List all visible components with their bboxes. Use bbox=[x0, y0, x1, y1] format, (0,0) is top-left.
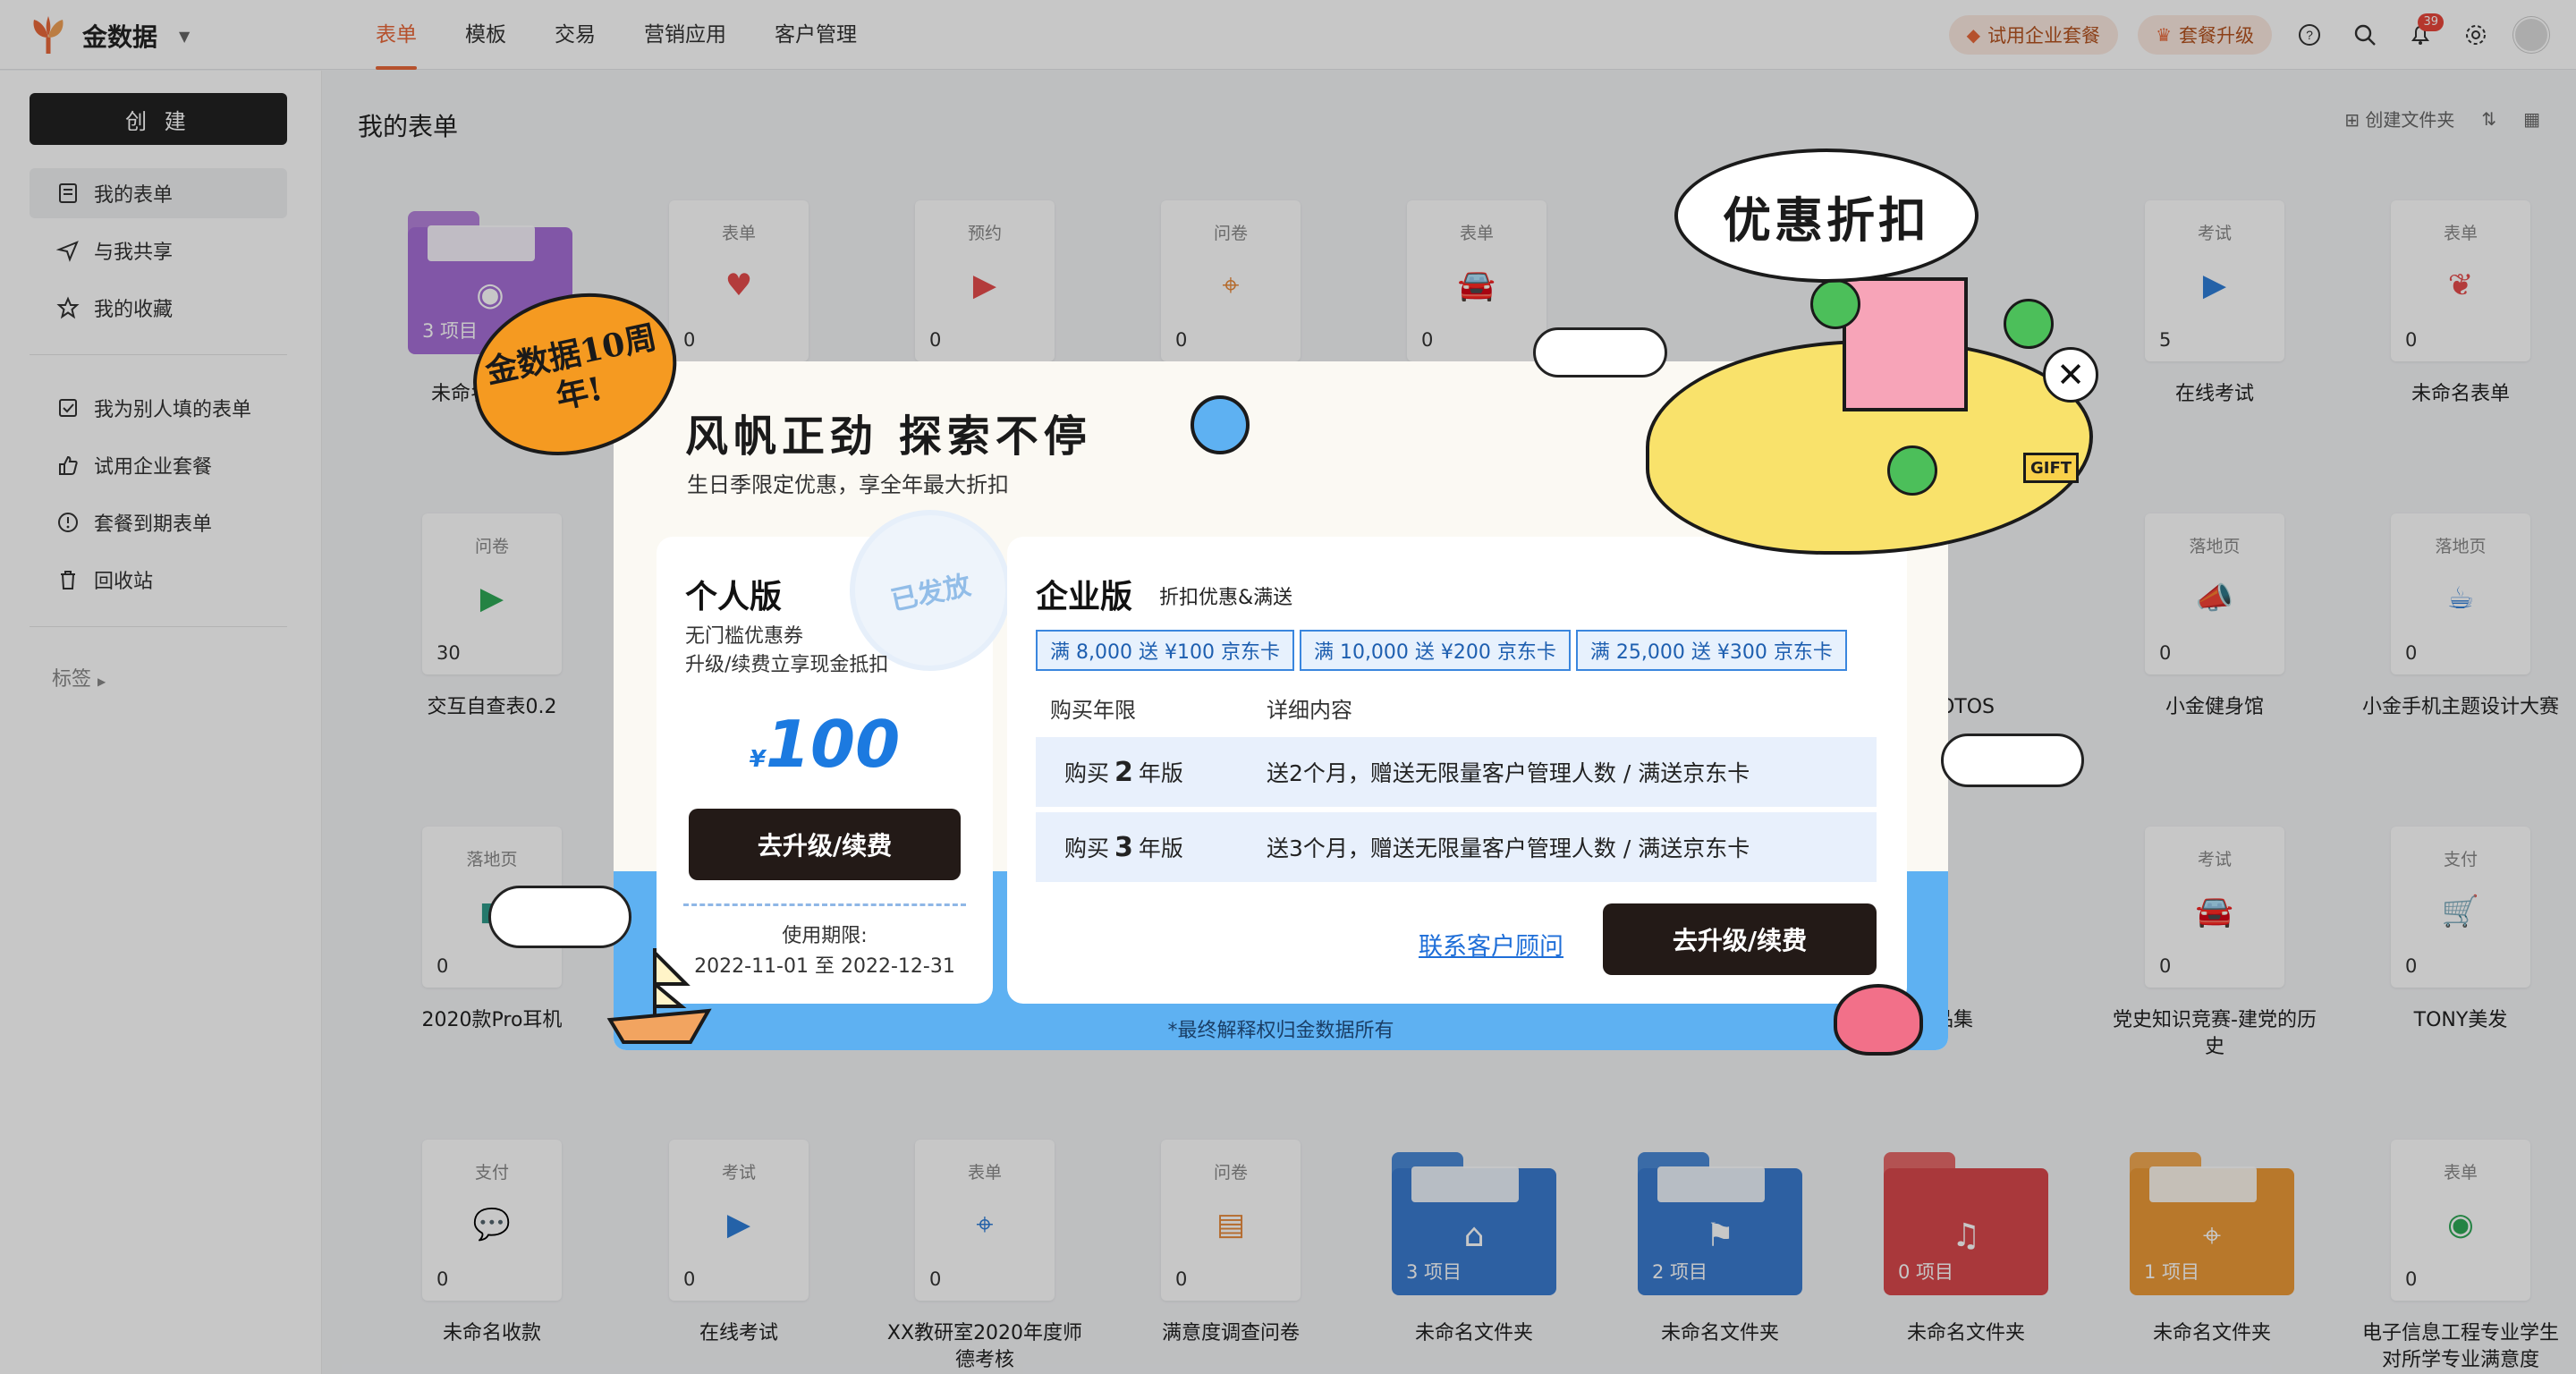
years-number: 3 bbox=[1114, 832, 1133, 863]
discount-bubble: 优惠折扣 bbox=[1674, 148, 1979, 283]
currency-symbol: ¥ bbox=[749, 746, 766, 773]
years-cell: 购买 3 年版 bbox=[1036, 831, 1267, 863]
close-icon: ✕ bbox=[2056, 355, 2085, 394]
years-number: 2 bbox=[1114, 757, 1133, 788]
gift-chip: 满 10,000 送 ¥200 京东卡 bbox=[1299, 630, 1571, 671]
enterprise-upgrade-button[interactable]: 去升级/续费 bbox=[1603, 903, 1877, 975]
dashed-divider bbox=[683, 903, 966, 906]
cloud-decoration bbox=[1533, 327, 1667, 377]
tree-icon bbox=[2004, 299, 2054, 349]
enterprise-title: 企业版 bbox=[1036, 579, 1133, 615]
detail-cell: 送3个月，赠送无限量客户管理人数 / 满送京东卡 bbox=[1267, 835, 1750, 861]
contact-advisor-link[interactable]: 联系客户顾问 bbox=[1419, 927, 1563, 962]
amount-value: 100 bbox=[765, 707, 901, 782]
gift-chip: 满 8,000 送 ¥100 京东卡 bbox=[1036, 630, 1294, 671]
years-prefix: 购买 bbox=[1064, 835, 1110, 861]
enterprise-plan-card: 企业版 折扣优惠&满送 满 8,000 送 ¥100 京东卡 满 10,000 … bbox=[1007, 537, 1907, 1004]
years-suffix: 年版 bbox=[1138, 835, 1183, 861]
years-cell: 购买 2 年版 bbox=[1036, 756, 1267, 788]
offer-table-header: 购买年限 详细内容 bbox=[1036, 687, 1877, 728]
enterprise-tagline: 折扣优惠&满送 bbox=[1159, 587, 1293, 609]
table-row: 购买 3 年版 送3个月，赠送无限量客户管理人数 / 满送京东卡 bbox=[1036, 812, 1877, 882]
tree-icon bbox=[1887, 445, 1937, 496]
promo-subtitle: 生日季限定优惠，享全年最大折扣 bbox=[687, 472, 1009, 497]
octopus-icon bbox=[1834, 984, 1923, 1056]
detail-cell: 送2个月，赠送无限量客户管理人数 / 满送京东卡 bbox=[1267, 760, 1750, 786]
personal-line1: 无门槛优惠券 bbox=[685, 625, 804, 648]
gift-chip: 满 25,000 送 ¥300 京东卡 bbox=[1575, 630, 1847, 671]
personal-desc: 无门槛优惠券 升级/续费立享现金抵扣 bbox=[685, 623, 888, 680]
gift-sign: GIFT bbox=[2023, 453, 2079, 483]
personal-upgrade-button[interactable]: 去升级/续费 bbox=[689, 809, 961, 880]
ship-icon bbox=[606, 948, 712, 1044]
gift-box-icon bbox=[1843, 277, 1968, 411]
table-row: 购买 2 年版 送2个月，赠送无限量客户管理人数 / 满送京东卡 bbox=[1036, 737, 1877, 807]
personal-title: 个人版 bbox=[685, 579, 783, 615]
promo-footer-note: *最终解释权归金数据所有 bbox=[1167, 1020, 1394, 1042]
years-suffix: 年版 bbox=[1138, 760, 1183, 786]
tree-icon bbox=[1810, 279, 1860, 329]
years-prefix: 购买 bbox=[1064, 760, 1110, 786]
col-details: 详细内容 bbox=[1267, 697, 1352, 723]
gift-card-chips: 满 8,000 送 ¥100 京东卡 满 10,000 送 ¥200 京东卡 满… bbox=[1036, 630, 1847, 671]
personal-line2: 升级/续费立享现金抵扣 bbox=[685, 654, 889, 676]
pen-icon bbox=[1191, 395, 1250, 454]
cloud-decoration bbox=[1941, 734, 2084, 787]
promo-title: 风帆正劲 探索不停 bbox=[685, 411, 1092, 462]
col-years: 购买年限 bbox=[1050, 697, 1136, 723]
coupon-amount: ¥100 bbox=[657, 707, 993, 782]
close-button[interactable]: ✕ bbox=[2043, 347, 2098, 403]
